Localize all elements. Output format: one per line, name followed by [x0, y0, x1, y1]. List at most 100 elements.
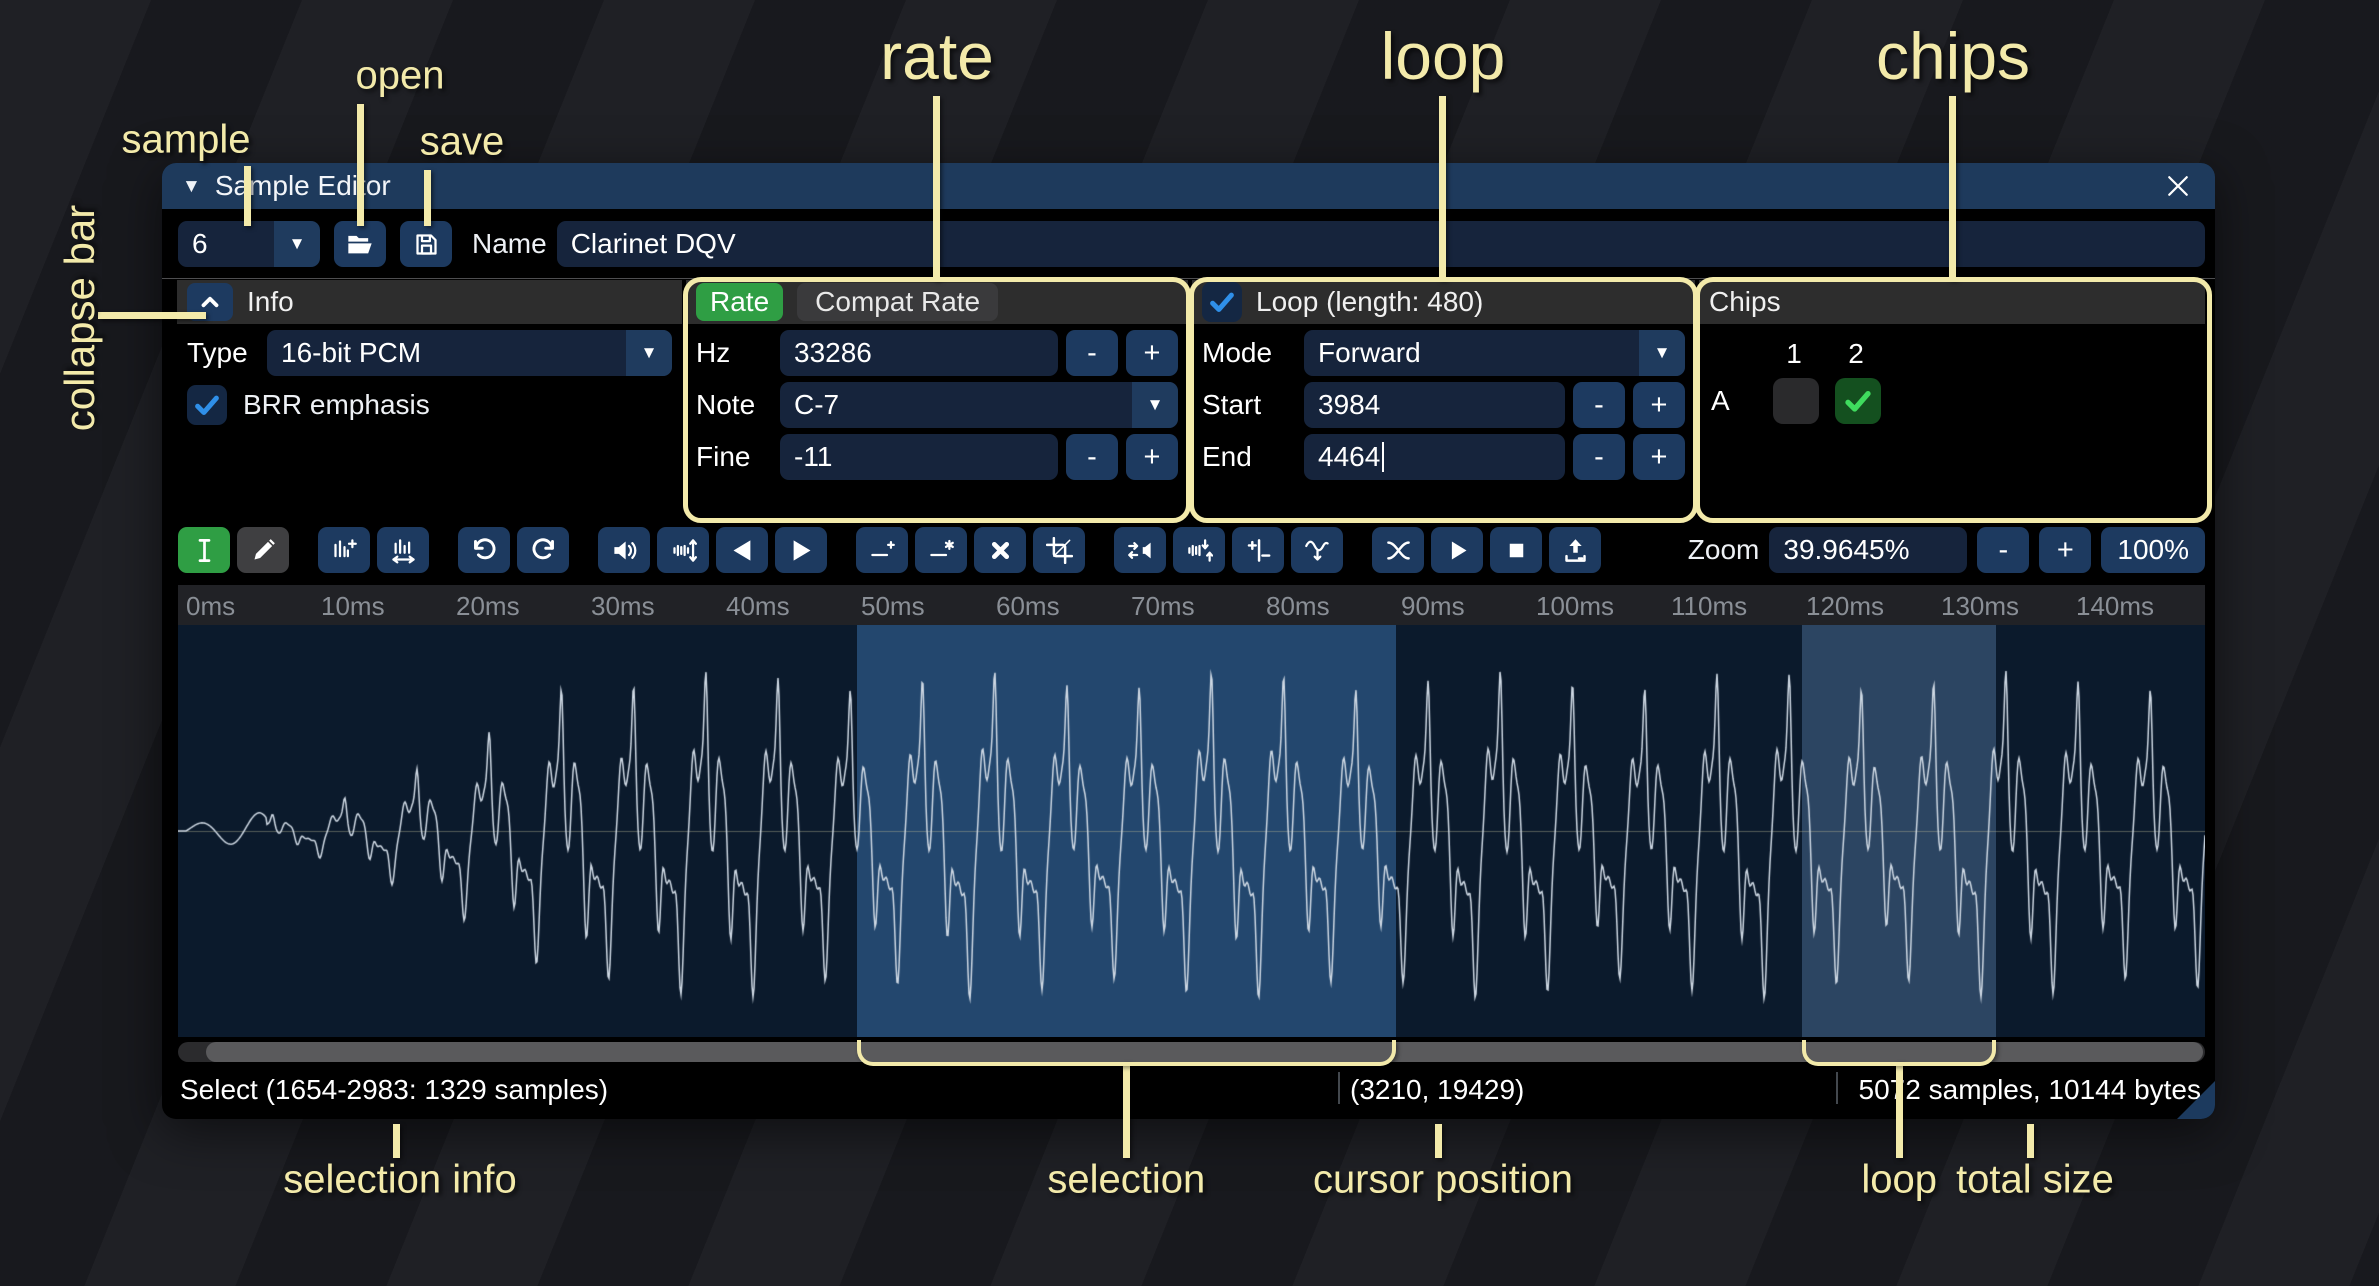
- insert-silence-button[interactable]: [856, 527, 908, 573]
- annotation-loop: loop: [1381, 18, 1506, 94]
- name-input[interactable]: Clarinet DQV: [557, 221, 2205, 267]
- annotation-collapse-bar-line: [98, 312, 206, 319]
- annotation-chips-line: [1949, 96, 1956, 280]
- timeline-label: 70ms: [1131, 591, 1195, 622]
- annotation-loop-points-line: [1896, 1062, 1903, 1158]
- preview-button[interactable]: [1431, 527, 1483, 573]
- toolbar: Zoom 39.9645% - + 100%: [178, 527, 2205, 573]
- window-collapse-icon[interactable]: ▼: [182, 177, 201, 196]
- annotation-sample: sample: [122, 118, 251, 163]
- save-button[interactable]: [400, 221, 452, 267]
- chevron-down-icon[interactable]: ▼: [274, 221, 320, 267]
- invert-button[interactable]: [1173, 527, 1225, 573]
- annotation-save-line: [424, 170, 431, 226]
- sign-button[interactable]: [1232, 527, 1284, 573]
- annotation-rate-box: [683, 277, 1191, 523]
- fade-out-button[interactable]: [775, 527, 827, 573]
- trim-button[interactable]: [1033, 527, 1085, 573]
- type-label: Type: [187, 337, 259, 369]
- resize-button[interactable]: [318, 527, 370, 573]
- edit-mode-select-button[interactable]: [178, 527, 230, 573]
- brr-emphasis-checkbox[interactable]: [187, 385, 227, 425]
- filter-button[interactable]: [1291, 527, 1343, 573]
- timeline-label: 0ms: [186, 591, 235, 622]
- timeline-label: 90ms: [1401, 591, 1465, 622]
- annotation-collapse-bar: collapse bar: [56, 205, 104, 431]
- toolbar-buttons: [178, 527, 1608, 573]
- info-panel-title: Info: [247, 286, 294, 318]
- timeline-label: 130ms: [1941, 591, 2019, 622]
- reverse-button[interactable]: [1114, 527, 1166, 573]
- zoom-in-button[interactable]: +: [2039, 527, 2091, 573]
- annotation-cursor-position-line: [1435, 1124, 1442, 1158]
- status-total-size: 5072 samples, 10144 bytes: [1859, 1074, 2201, 1106]
- annotation-total-size-line: [2027, 1124, 2034, 1158]
- timeline-label: 60ms: [996, 591, 1060, 622]
- annotation-loop-points: loop: [1861, 1158, 1937, 1203]
- crossfade-button[interactable]: [1372, 527, 1424, 573]
- close-icon[interactable]: [2161, 169, 2195, 203]
- status-divider: [1836, 1072, 1838, 1104]
- import-button[interactable]: [1549, 527, 1601, 573]
- info-panel: Info Type 16-bit PCM ▼ BRR emphasis: [177, 280, 682, 515]
- annotation-save: save: [420, 120, 505, 165]
- annotation-selection-info: selection info: [283, 1158, 516, 1203]
- check-icon: [192, 390, 222, 420]
- sample-number-value: 6: [178, 221, 274, 267]
- zoom-cluster: Zoom 39.9645% - + 100%: [1688, 527, 2205, 573]
- timeline-label: 80ms: [1266, 591, 1330, 622]
- brr-emphasis-label: BRR emphasis: [243, 389, 430, 421]
- apply-silence-button[interactable]: [915, 527, 967, 573]
- open-folder-icon: [346, 230, 374, 258]
- annotation-chips-box: [1695, 277, 2212, 523]
- annotation-open-line: [357, 104, 364, 226]
- title-bar[interactable]: ▼ Sample Editor: [162, 163, 2215, 209]
- timeline-label: 120ms: [1806, 591, 1884, 622]
- timeline-label: 20ms: [456, 591, 520, 622]
- resize-grip[interactable]: [2177, 1081, 2215, 1119]
- save-floppy-icon: [413, 231, 440, 258]
- annotation-total-size: total size: [1956, 1158, 2114, 1203]
- timeline-label: 140ms: [2076, 591, 2154, 622]
- sample-number-combo[interactable]: 6 ▼: [178, 221, 320, 267]
- delete-button[interactable]: [974, 527, 1026, 573]
- type-dropdown[interactable]: 16-bit PCM ▼: [267, 330, 672, 376]
- annotation-sample-line: [244, 166, 251, 226]
- selection-bracket: [857, 1040, 1396, 1066]
- zoom-field[interactable]: 39.9645%: [1769, 527, 1967, 573]
- waveform-view[interactable]: [178, 625, 2205, 1037]
- edit-mode-draw-button[interactable]: [237, 527, 289, 573]
- annotation-selection-line: [1123, 1062, 1130, 1158]
- status-selection-info: Select (1654-2983: 1329 samples): [180, 1074, 608, 1106]
- type-value: 16-bit PCM: [281, 337, 421, 368]
- zoom-label: Zoom: [1688, 534, 1760, 566]
- stop-preview-button[interactable]: [1490, 527, 1542, 573]
- timeline-label: 10ms: [321, 591, 385, 622]
- timeline-label: 30ms: [591, 591, 655, 622]
- redo-button[interactable]: [517, 527, 569, 573]
- timeline-label: 50ms: [861, 591, 925, 622]
- zoom-out-button[interactable]: -: [1977, 527, 2029, 573]
- open-button[interactable]: [334, 221, 386, 267]
- annotation-loop-line: [1439, 96, 1446, 280]
- fade-in-button[interactable]: [716, 527, 768, 573]
- status-cursor-position: (3210, 19429): [1350, 1074, 1524, 1106]
- normalize-button[interactable]: [657, 527, 709, 573]
- window-title: Sample Editor: [215, 170, 391, 202]
- waveform-canvas[interactable]: [178, 625, 2205, 1037]
- annotation-loop-box: [1189, 277, 1698, 523]
- annotation-cursor-position: cursor position: [1313, 1158, 1573, 1203]
- zoom-reset-button[interactable]: 100%: [2101, 527, 2205, 573]
- annotation-selection: selection: [1047, 1158, 1205, 1203]
- annotation-open: open: [356, 54, 445, 99]
- chevron-down-icon: ▼: [626, 330, 672, 376]
- resample-button[interactable]: [377, 527, 429, 573]
- timeline[interactable]: 0ms 10ms 20ms 30ms 40ms 50ms 60ms 70ms 80ms 90ms 1…: [178, 585, 2205, 625]
- annotation-selection-info-line: [393, 1124, 400, 1158]
- annotation-rate: rate: [880, 18, 994, 94]
- timeline-label: 110ms: [1671, 591, 1747, 622]
- amplify-button[interactable]: [598, 527, 650, 573]
- timeline-label: 40ms: [726, 591, 790, 622]
- loop-bracket: [1802, 1040, 1997, 1066]
- undo-button[interactable]: [458, 527, 510, 573]
